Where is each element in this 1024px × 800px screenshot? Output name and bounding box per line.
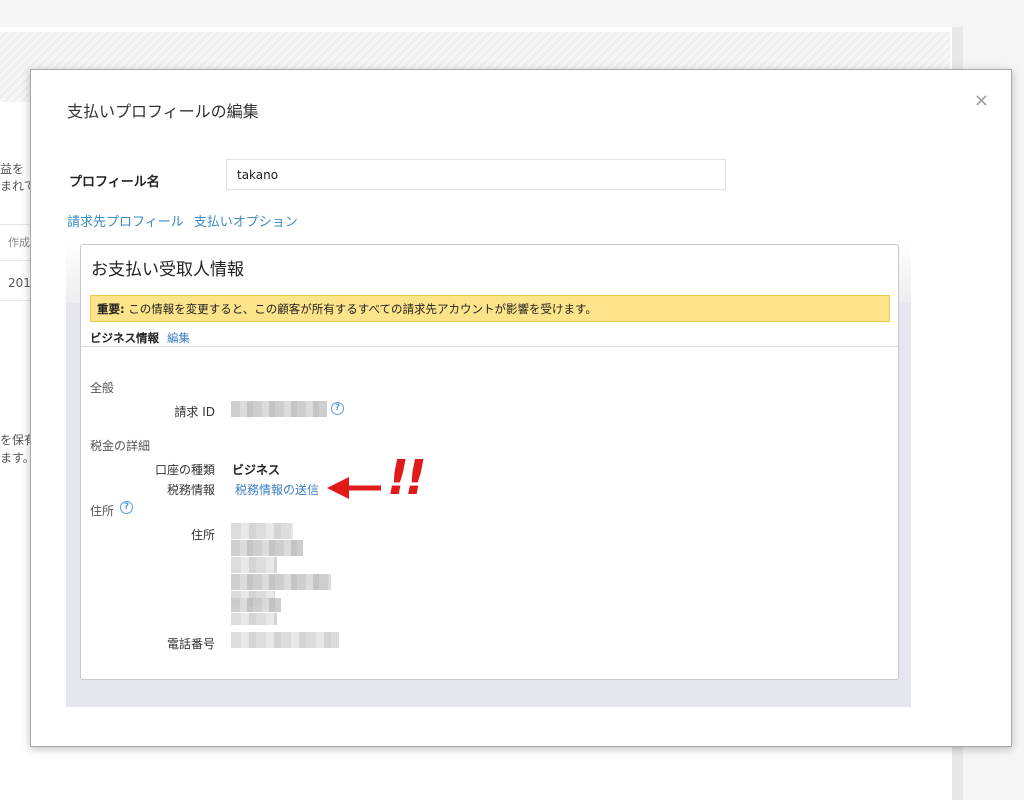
- card-divider: [81, 346, 898, 347]
- address-line-redacted: [231, 613, 277, 625]
- billing-id-label: 請求 ID: [174, 405, 215, 419]
- address-label: 住所: [190, 528, 215, 542]
- address-line-redacted: [231, 540, 303, 556]
- general-group-label: 全般: [90, 381, 115, 395]
- bg-divider: [0, 224, 31, 225]
- tab-billing-profile[interactable]: 請求先プロフィール: [67, 215, 184, 230]
- profile-name-label: プロフィール名: [69, 175, 160, 190]
- address-line-redacted: [231, 523, 293, 539]
- profile-tabs: 請求先プロフィール 支払いオプション: [67, 211, 308, 230]
- payee-info-card: お支払い受取人情報 重要: この情報を変更すると、この顧客が所有するすべての請求…: [80, 244, 899, 680]
- bg-divider: [0, 260, 31, 261]
- account-type-value: ビジネス: [232, 463, 281, 477]
- dialog-title: 支払いプロフィールの編集: [67, 102, 259, 121]
- tax-group-label: 税金の詳細: [90, 439, 151, 453]
- edit-business-info-link[interactable]: 編集: [167, 331, 190, 345]
- address-line-redacted: [231, 557, 277, 573]
- address-line-redacted: [231, 574, 331, 590]
- account-type-label: 口座の種類: [154, 463, 215, 477]
- phone-label: 電話番号: [166, 637, 215, 651]
- billing-id-help-icon[interactable]: ?: [331, 402, 344, 415]
- address-line-redacted: [231, 598, 281, 612]
- edit-payment-profile-dialog: 支払いプロフィールの編集 × プロフィール名 請求先プロフィール支払いオプション…: [30, 69, 1012, 747]
- bg-text-1: 益を: [0, 162, 25, 176]
- bg-text-3: 作成: [8, 236, 30, 249]
- tab-payment-options[interactable]: 支払いオプション: [194, 215, 298, 230]
- exclamation-annotation: !!: [387, 450, 427, 506]
- business-info-header: ビジネス情報 編集: [90, 330, 190, 346]
- close-button[interactable]: ×: [974, 90, 989, 111]
- address-help-icon[interactable]: ?: [120, 501, 133, 514]
- bg-divider: [0, 300, 31, 301]
- important-warning-banner: 重要: この情報を変更すると、この顧客が所有するすべての請求先アカウントが影響を…: [90, 295, 890, 322]
- business-info-label: ビジネス情報: [90, 331, 159, 345]
- address-group-label: 住所: [90, 504, 115, 518]
- phone-value-redacted: [231, 632, 339, 648]
- tax-info-label: 税務情報: [166, 483, 215, 497]
- red-arrow-icon: [327, 477, 381, 499]
- card-title: お支払い受取人情報: [91, 260, 244, 280]
- warning-text: この情報を変更すると、この顧客が所有するすべての請求先アカウントが影響を受けます…: [124, 302, 597, 316]
- billing-id-value-redacted: [231, 401, 327, 417]
- profile-name-input[interactable]: [226, 159, 726, 190]
- warning-strong: 重要:: [97, 302, 125, 316]
- bg-text-4: 201: [8, 276, 31, 290]
